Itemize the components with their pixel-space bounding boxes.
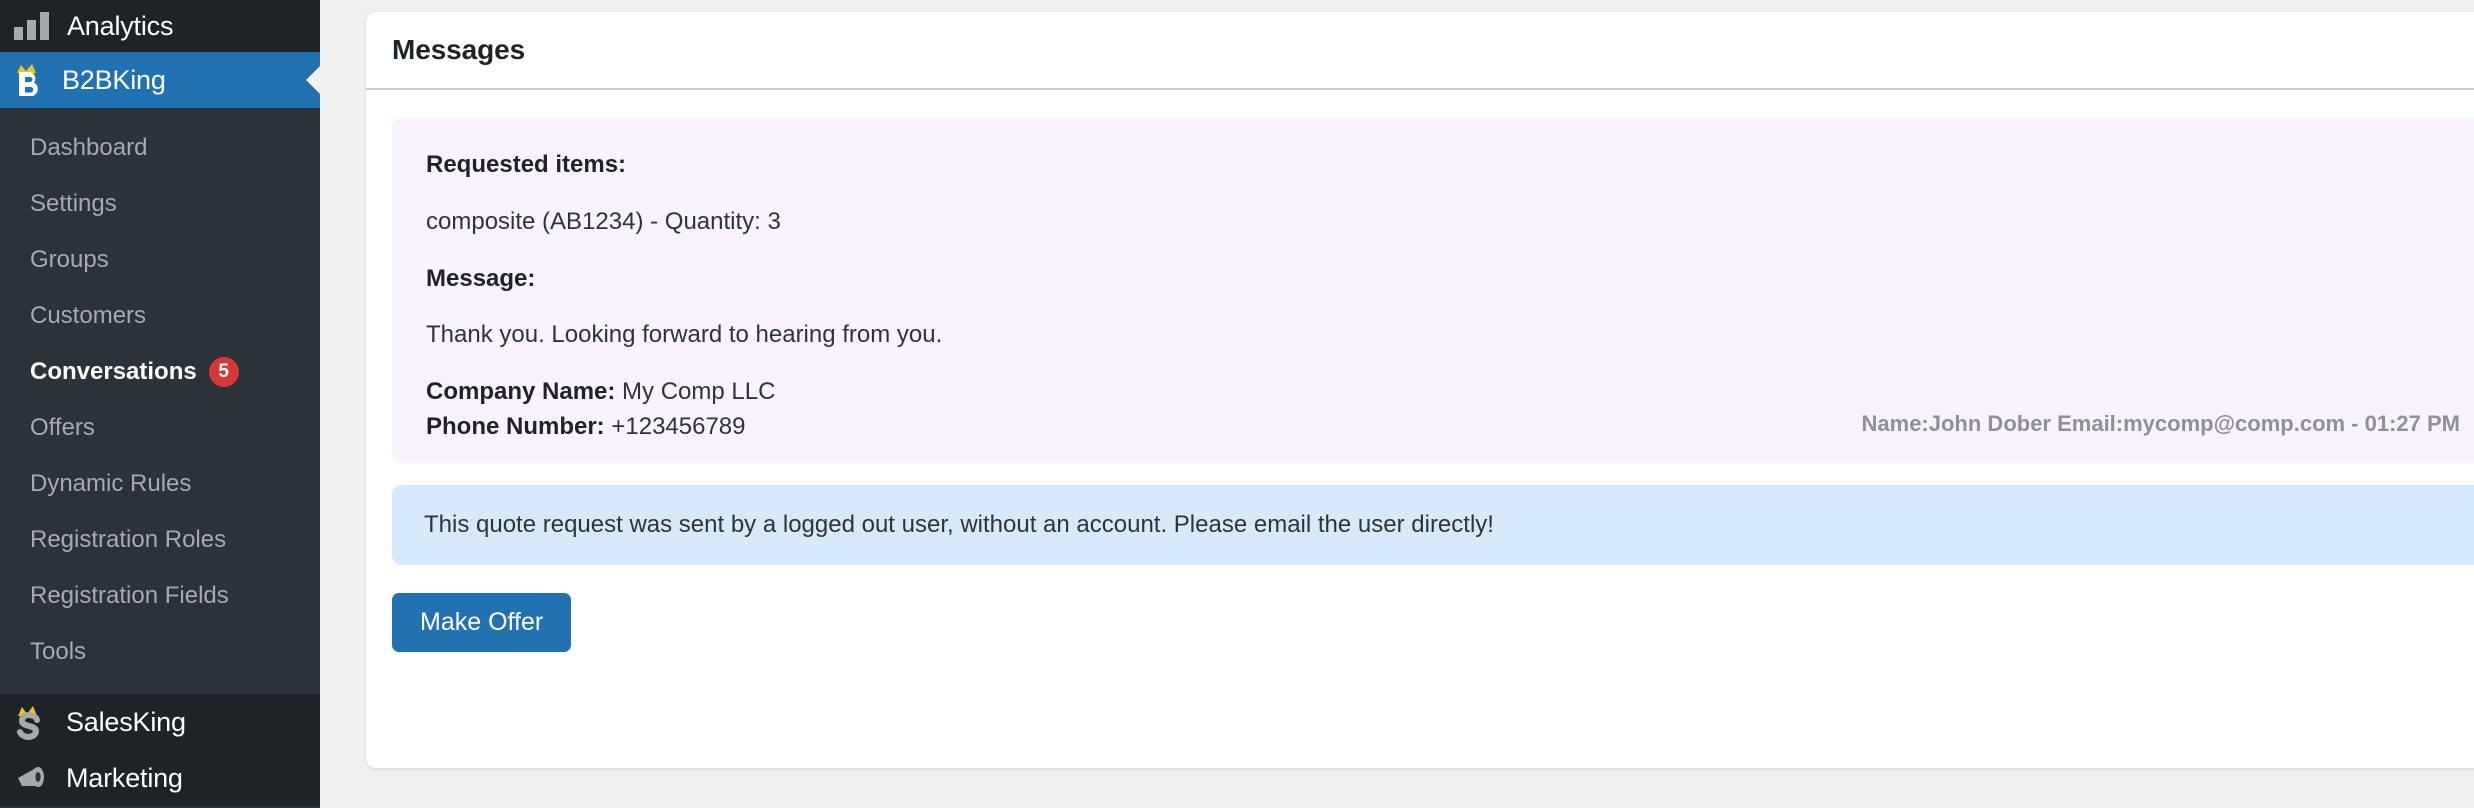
sidebar-item-groups-label: Groups <box>30 246 109 273</box>
b2bking-submenu: Dashboard Settings Groups Customers Conv… <box>0 108 320 694</box>
sidebar-item-conversations-label: Conversations <box>30 358 197 385</box>
company-name-label: Company Name: <box>426 378 616 406</box>
sidebar-item-dashboard-label: Dashboard <box>30 134 148 161</box>
message-heading: Message: <box>426 262 2466 297</box>
message-bubble: Requested items: composite (AB1234) - Qu… <box>392 118 2474 463</box>
requested-items-value: composite (AB1234) - Quantity: 3 <box>426 207 781 235</box>
make-offer-button[interactable]: Make Offer <box>392 592 572 652</box>
sidebar-item-registration-fields-label: Registration Fields <box>30 582 229 609</box>
sidebar-item-customers[interactable]: Customers <box>0 288 320 344</box>
app-screen: Analytics B2BKing Dashboard Settings Gro… <box>0 0 2474 808</box>
sidebar-item-b2bking[interactable]: B2BKing <box>0 52 320 108</box>
sidebar-item-analytics[interactable]: Analytics <box>0 0 320 52</box>
bar-chart-icon <box>14 12 49 40</box>
page-title: Messages <box>392 34 526 65</box>
message-body: Thank you. Looking forward to hearing fr… <box>426 321 943 349</box>
sidebar-item-groups[interactable]: Groups <box>0 232 320 288</box>
sidebar-item-customers-label: Customers <box>30 302 147 329</box>
sidebar-item-registration-roles-label: Registration Roles <box>30 526 227 553</box>
messages-card-header: Messages <box>366 12 2474 90</box>
sidebar-item-settings-label: Settings <box>30 190 117 217</box>
megaphone-icon <box>14 760 48 796</box>
company-name-value: My Comp LLC <box>622 378 776 406</box>
conversations-count-badge: 5 <box>208 357 239 387</box>
sidebar-item-dashboard[interactable]: Dashboard <box>0 120 320 176</box>
sidebar-item-dynamic-rules-label: Dynamic Rules <box>30 470 192 497</box>
admin-sidebar: Analytics B2BKing Dashboard Settings Gro… <box>0 0 320 808</box>
sidebar-item-registration-fields[interactable]: Registration Fields <box>0 568 320 624</box>
sidebar-item-tools[interactable]: Tools <box>0 624 320 680</box>
message-label: Message: <box>426 264 536 292</box>
sidebar-item-tools-label: Tools <box>30 638 87 665</box>
sidebar-item-settings[interactable]: Settings <box>0 176 320 232</box>
sidebar-item-marketing-label: Marketing <box>66 762 183 793</box>
b2bking-crown-b-icon <box>12 62 46 98</box>
sidebar-item-offers-label: Offers <box>30 414 95 441</box>
sidebar-item-registration-roles[interactable]: Registration Roles <box>0 512 320 568</box>
salesking-crown-s-icon <box>14 704 48 740</box>
sidebar-item-marketing[interactable]: Marketing <box>0 750 320 806</box>
sidebar-item-b2bking-label: B2BKing <box>62 64 166 95</box>
sidebar-item-dynamic-rules[interactable]: Dynamic Rules <box>0 456 320 512</box>
requested-items-label: Requested items: <box>426 151 627 178</box>
sidebar-item-conversations[interactable]: Conversations 5 <box>0 344 320 400</box>
logged-out-user-notice: This quote request was sent by a logged … <box>392 484 2474 565</box>
requested-items-heading: Requested items: <box>426 148 2466 183</box>
main-content: Messages Requested items: composite (AB1… <box>320 0 2474 808</box>
active-menu-arrow-icon <box>306 66 320 94</box>
messages-card-body: Requested items: composite (AB1234) - Qu… <box>366 90 2474 652</box>
sidebar-item-analytics-label: Analytics <box>67 10 174 41</box>
sidebar-item-salesking[interactable]: SalesKing <box>0 694 320 750</box>
phone-number-value: +123456789 <box>611 412 746 440</box>
sidebar-item-offers[interactable]: Offers <box>0 400 320 456</box>
sidebar-item-salesking-label: SalesKing <box>66 706 186 737</box>
phone-number-label: Phone Number: <box>426 412 605 440</box>
messages-card: Messages Requested items: composite (AB1… <box>366 12 2474 768</box>
company-name-line: Company Name: My Comp LLC <box>426 375 2466 410</box>
